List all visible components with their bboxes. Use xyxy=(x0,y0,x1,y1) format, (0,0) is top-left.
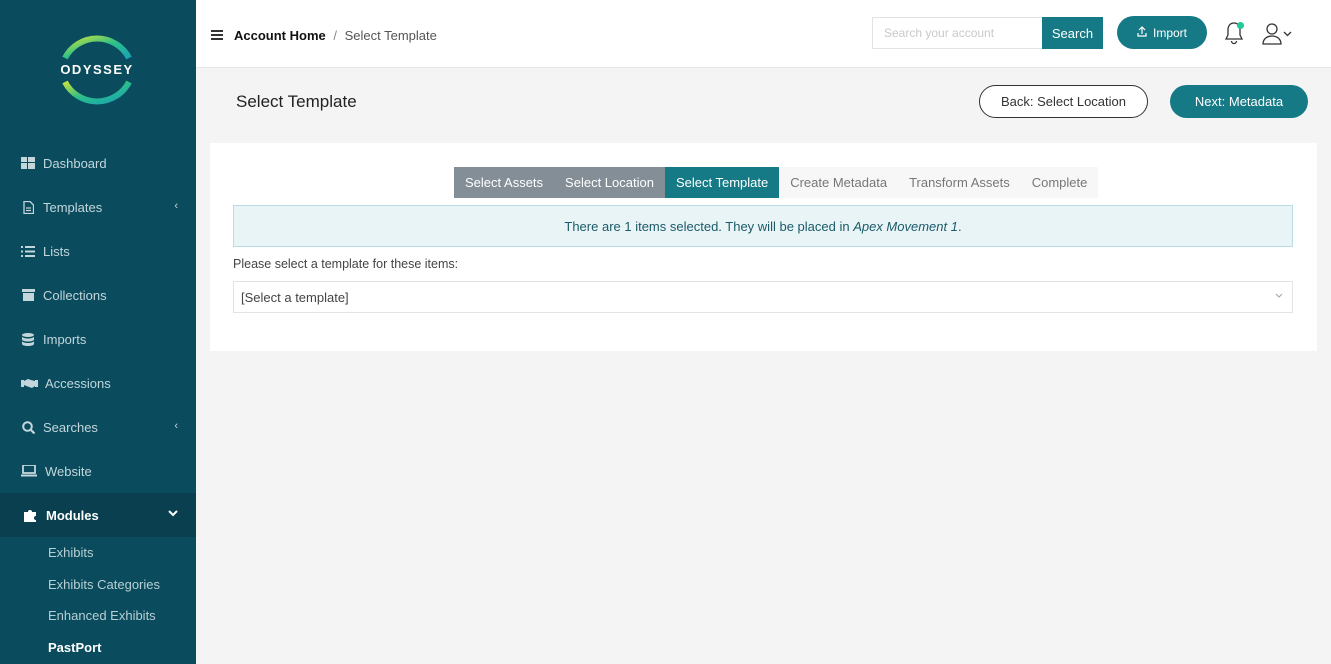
hamburger-menu-icon[interactable] xyxy=(211,30,223,40)
upload-icon xyxy=(1137,25,1147,40)
odyssey-logo[interactable]: ODYSSEY xyxy=(55,28,139,112)
dashboard-icon xyxy=(20,156,36,170)
sidebar-item-searches[interactable]: Searches ‹ xyxy=(0,405,196,449)
archive-icon xyxy=(20,288,36,302)
page-title: Select Template xyxy=(236,92,357,111)
step-select-location[interactable]: Select Location xyxy=(554,167,665,198)
chevron-left-icon: ‹ xyxy=(174,420,178,432)
template-select[interactable]: [Select a template] xyxy=(233,281,1293,313)
sidebar-item-dashboard[interactable]: Dashboard xyxy=(0,141,196,185)
sidebar-item-label: Imports xyxy=(43,331,87,347)
import-button[interactable]: Import xyxy=(1117,16,1207,49)
sidebar-item-templates[interactable]: Templates ‹ xyxy=(0,185,196,229)
sidebar-item-collections[interactable]: Collections xyxy=(0,273,196,317)
breadcrumb-current: Select Template xyxy=(344,28,437,43)
sidebar-item-label: Dashboard xyxy=(43,155,107,171)
sidebar: ODYSSEY Dashboard Templates ‹ Lists Coll… xyxy=(0,0,196,664)
sidebar-item-label: Modules xyxy=(46,507,99,523)
sidebar-item-label: Collections xyxy=(43,287,107,303)
wizard-steps: Select Assets Select Location Select Tem… xyxy=(454,167,1099,198)
info-prefix: There are 1 items selected. They will be… xyxy=(564,218,854,234)
template-prompt-label: Please select a template for these items… xyxy=(233,257,459,271)
search-icon xyxy=(20,420,36,434)
chevron-down-icon xyxy=(168,508,178,520)
info-location: Apex Movement 1 xyxy=(853,218,958,234)
sidebar-subitem-exhibits[interactable]: Exhibits xyxy=(0,537,196,569)
back-select-location-button[interactable]: Back: Select Location xyxy=(979,85,1148,118)
sidebar-item-label: Searches xyxy=(43,419,98,435)
sidebar-item-accessions[interactable]: Accessions xyxy=(0,361,196,405)
step-select-template[interactable]: Select Template xyxy=(664,167,780,198)
template-select-value: [Select a template] xyxy=(241,289,349,305)
sidebar-item-label: Lists xyxy=(43,243,70,259)
sidebar-subitem-enhanced-exhibits[interactable]: Enhanced Exhibits xyxy=(0,600,196,632)
info-suffix: . xyxy=(957,218,962,234)
modules-submenu: Exhibits Exhibits Categories Enhanced Ex… xyxy=(0,537,196,663)
handshake-icon xyxy=(20,376,38,390)
chevron-down-icon xyxy=(1275,291,1283,302)
sidebar-nav: Dashboard Templates ‹ Lists Collections xyxy=(0,141,196,663)
notification-dot xyxy=(1237,22,1244,29)
breadcrumb-home-link[interactable]: Account Home xyxy=(234,28,326,43)
step-complete: Complete xyxy=(1020,167,1099,198)
sidebar-item-label: Accessions xyxy=(45,375,111,391)
database-icon xyxy=(20,332,36,346)
next-metadata-button[interactable]: Next: Metadata xyxy=(1170,85,1308,118)
step-select-assets[interactable]: Select Assets xyxy=(454,167,555,198)
topbar: Account Home / Select Template Search Im… xyxy=(196,0,1331,68)
puzzle-icon xyxy=(23,508,39,522)
step-transform-assets: Transform Assets xyxy=(898,167,1021,198)
sidebar-subitem-exhibits-categories[interactable]: Exhibits Categories xyxy=(0,569,196,601)
sidebar-item-website[interactable]: Website xyxy=(0,449,196,493)
sidebar-item-label: Website xyxy=(45,463,92,479)
sidebar-item-imports[interactable]: Imports xyxy=(0,317,196,361)
import-label: Import xyxy=(1152,25,1187,40)
search-input[interactable] xyxy=(872,17,1043,49)
logo-text: ODYSSEY xyxy=(60,62,133,77)
wizard-card: Select Assets Select Location Select Tem… xyxy=(210,143,1317,351)
search-button[interactable]: Search xyxy=(1042,17,1103,49)
sidebar-item-label: Templates xyxy=(43,199,103,215)
user-menu-icon[interactable] xyxy=(1262,22,1296,46)
chevron-left-icon: ‹ xyxy=(174,200,178,212)
sidebar-item-lists[interactable]: Lists xyxy=(0,229,196,273)
laptop-icon xyxy=(20,464,38,478)
breadcrumb: Account Home / Select Template xyxy=(234,28,437,43)
step-create-metadata: Create Metadata xyxy=(779,167,899,198)
breadcrumb-separator: / xyxy=(333,28,337,43)
selection-info-alert: There are 1 items selected. They will be… xyxy=(233,205,1293,247)
sidebar-item-modules[interactable]: Modules xyxy=(0,493,196,537)
file-icon xyxy=(20,200,36,214)
list-icon xyxy=(20,244,36,258)
sidebar-subitem-pastport[interactable]: PastPort xyxy=(0,632,196,664)
